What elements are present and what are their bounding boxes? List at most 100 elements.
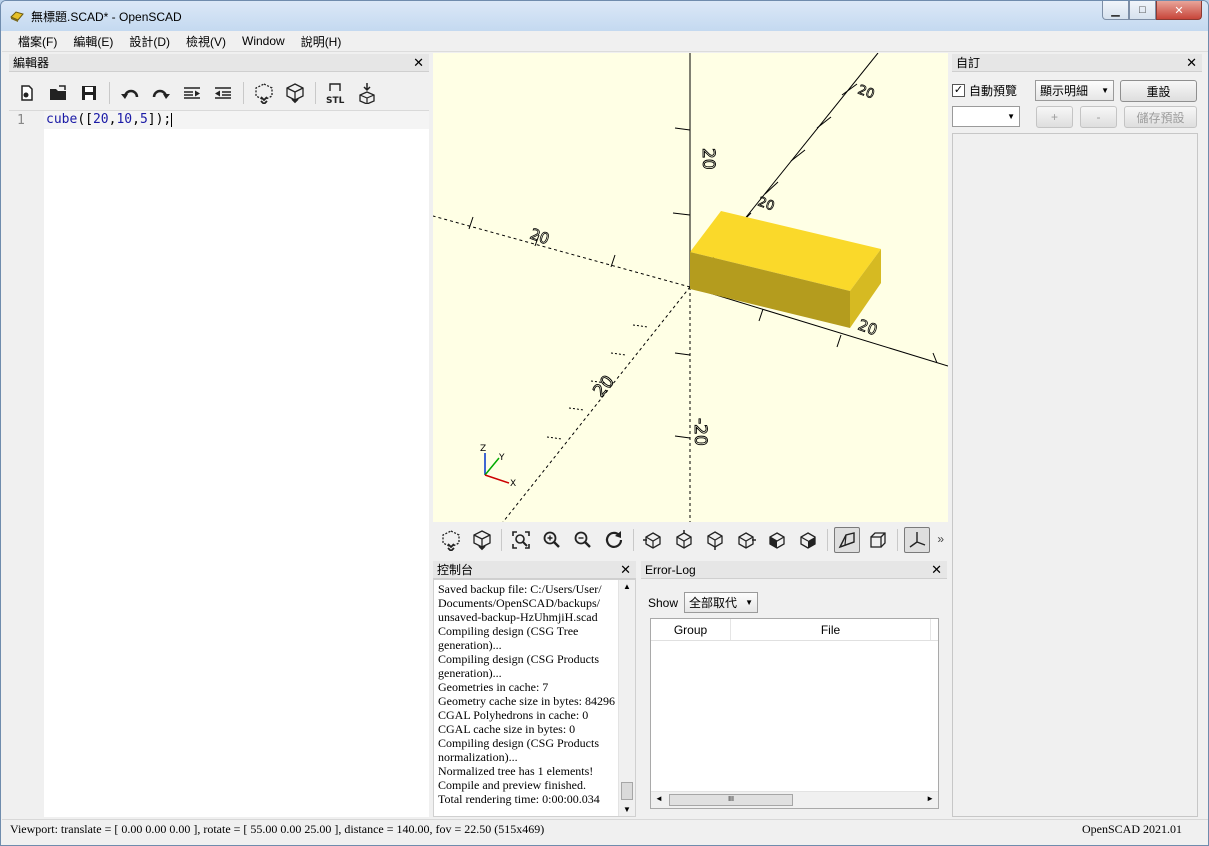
view-bottom-icon[interactable] (702, 527, 728, 553)
close-console-icon[interactable]: ✕ (620, 561, 631, 579)
line-number-gutter: 1 (9, 111, 44, 817)
reset-view-icon[interactable] (601, 527, 627, 553)
column-header-file[interactable]: File (731, 619, 931, 640)
editor-title: 編輯器 (13, 56, 50, 70)
toolbar-overflow-icon[interactable]: » (937, 532, 944, 546)
column-header-group[interactable]: Group (651, 619, 731, 640)
view-all-icon[interactable] (508, 527, 534, 553)
console-line: normalization)... (438, 750, 518, 764)
menu-edit[interactable]: 編輯(E) (65, 33, 121, 50)
save-preset-button[interactable]: 儲存預設 (1124, 106, 1197, 128)
remove-preset-button[interactable]: - (1080, 106, 1117, 128)
show-axes-icon[interactable] (904, 527, 930, 553)
open-file-icon[interactable] (46, 81, 70, 105)
console-line: Geometries in cache: 7 (438, 680, 549, 694)
close-errorlog-icon[interactable]: ✕ (931, 561, 942, 579)
chevron-down-icon: ▼ (1007, 112, 1015, 121)
console-line: Compiling design (CSG Tree (438, 624, 579, 638)
scroll-left-icon[interactable]: ◄ (655, 794, 663, 803)
view-right-icon[interactable] (640, 527, 666, 553)
menu-help[interactable]: 說明(H) (293, 33, 350, 50)
errorlog-table[interactable]: Group File ◄ III ► (650, 618, 939, 809)
close-customizer-icon[interactable]: ✕ (1186, 54, 1197, 72)
customizer-parameter-area (952, 133, 1198, 817)
preset-select[interactable]: ▼ (952, 106, 1020, 127)
app-window: 無標題.SCAD* - OpenSCAD ▁ □ ✕ 檔案(F) 編輯(E) 設… (0, 0, 1209, 846)
console-line: CGAL cache size in bytes: 0 (438, 722, 576, 736)
gizmo-x-axis (484, 474, 510, 484)
console-panel-title: 控制台 ✕ (433, 561, 636, 579)
redo-icon[interactable] (149, 81, 173, 105)
menu-design[interactable]: 設計(D) (121, 33, 178, 50)
code-line[interactable]: cube([20,10,5]); (44, 111, 429, 129)
gizmo-z-label: Z (480, 444, 486, 454)
view-left-icon[interactable] (733, 527, 759, 553)
status-bar: Viewport: translate = [ 0.00 0.00 0.00 ]… (2, 819, 1208, 839)
errorlog-panel: Show 全部取代 ▼ Group File ◄ III ► (641, 580, 947, 817)
close-editor-icon[interactable]: ✕ (413, 54, 424, 72)
close-window-button[interactable]: ✕ (1156, 1, 1202, 20)
console-scrollbar[interactable]: ▲ ▼ (618, 580, 635, 816)
console-text: Saved backup file: C:/Users/User/Documen… (438, 582, 620, 806)
view-top-icon[interactable] (671, 527, 697, 553)
console-line: Compiling design (CSG Products (438, 736, 600, 750)
chevron-down-icon: ▼ (745, 598, 754, 607)
code-editor[interactable]: 1 cube([20,10,5]); (9, 110, 429, 817)
y-axis-negative (502, 286, 691, 522)
console-line: Saved backup file: C:/Users/User/ (438, 582, 602, 596)
console-line: generation)... (438, 666, 502, 680)
view-toolbar: » (433, 523, 948, 557)
menu-bar: 檔案(F) 編輯(E) 設計(D) 檢視(V) Window 說明(H) (2, 31, 1208, 52)
render-icon[interactable] (283, 81, 307, 105)
errorlog-filter-select[interactable]: 全部取代 ▼ (684, 592, 759, 613)
console-scroll-thumb[interactable] (621, 782, 633, 800)
auto-preview-checkbox[interactable]: ✓ (952, 84, 965, 97)
code-punct: , (132, 112, 140, 127)
orthogonal-icon[interactable] (865, 527, 891, 553)
undo-icon[interactable] (118, 81, 142, 105)
view-front-icon[interactable] (764, 527, 790, 553)
menu-window[interactable]: Window (234, 34, 293, 48)
y-positive-label: 20 (756, 195, 777, 215)
preview-icon[interactable] (438, 527, 464, 553)
title-bar[interactable]: 無標題.SCAD* - OpenSCAD ▁ □ ✕ (1, 1, 1208, 31)
send-to-print-icon[interactable] (355, 81, 379, 105)
toolbar-separator (243, 82, 244, 104)
reset-button[interactable]: 重設 (1120, 80, 1197, 102)
minimize-button[interactable]: ▁ (1102, 1, 1129, 20)
save-icon[interactable] (77, 81, 101, 105)
render-icon[interactable] (469, 527, 495, 553)
openscad-logo-icon (9, 8, 25, 24)
unindent-icon[interactable] (180, 81, 204, 105)
perspective-icon[interactable] (834, 527, 860, 553)
menu-file[interactable]: 檔案(F) (10, 33, 65, 50)
console-line: Geometry cache size in bytes: 84296 (438, 694, 615, 708)
errorlog-title: Error-Log (645, 563, 696, 577)
toolbar-separator (315, 82, 316, 104)
3d-viewport[interactable]: 20 20 20 20 20 -20 20 Z Y X (433, 53, 948, 522)
zoom-in-icon[interactable] (539, 527, 565, 553)
detail-select[interactable]: 顯示明細 ▼ (1035, 80, 1114, 101)
console-line: Compiling design (CSG Products (438, 652, 600, 666)
menu-view[interactable]: 檢視(V) (178, 33, 234, 50)
indent-icon[interactable] (211, 81, 235, 105)
scroll-down-icon[interactable]: ▼ (623, 805, 631, 814)
viewport-info-text: Viewport: translate = [ 0.00 0.00 0.00 ]… (10, 822, 545, 836)
hscroll-thumb[interactable]: III (669, 794, 793, 806)
console-output[interactable]: Saved backup file: C:/Users/User/Documen… (433, 579, 636, 817)
add-preset-button[interactable]: + (1036, 106, 1073, 128)
scroll-right-icon[interactable]: ► (926, 794, 934, 803)
detail-value: 顯示明細 (1040, 84, 1089, 98)
view-back-icon[interactable] (795, 527, 821, 553)
zoom-out-icon[interactable] (570, 527, 596, 553)
console-line: Normalized tree has 1 elements! (438, 764, 594, 778)
errorlog-hscrollbar[interactable]: ◄ III ► (651, 791, 938, 808)
toolbar-separator (501, 529, 502, 551)
toolbar-separator (633, 529, 634, 551)
new-file-icon[interactable] (15, 81, 39, 105)
preview-icon[interactable] (252, 81, 276, 105)
scroll-up-icon[interactable]: ▲ (623, 582, 631, 591)
gizmo-x-label: X (510, 479, 516, 489)
maximize-button[interactable]: □ (1129, 1, 1156, 20)
export-stl-icon[interactable]: STL (324, 81, 348, 105)
